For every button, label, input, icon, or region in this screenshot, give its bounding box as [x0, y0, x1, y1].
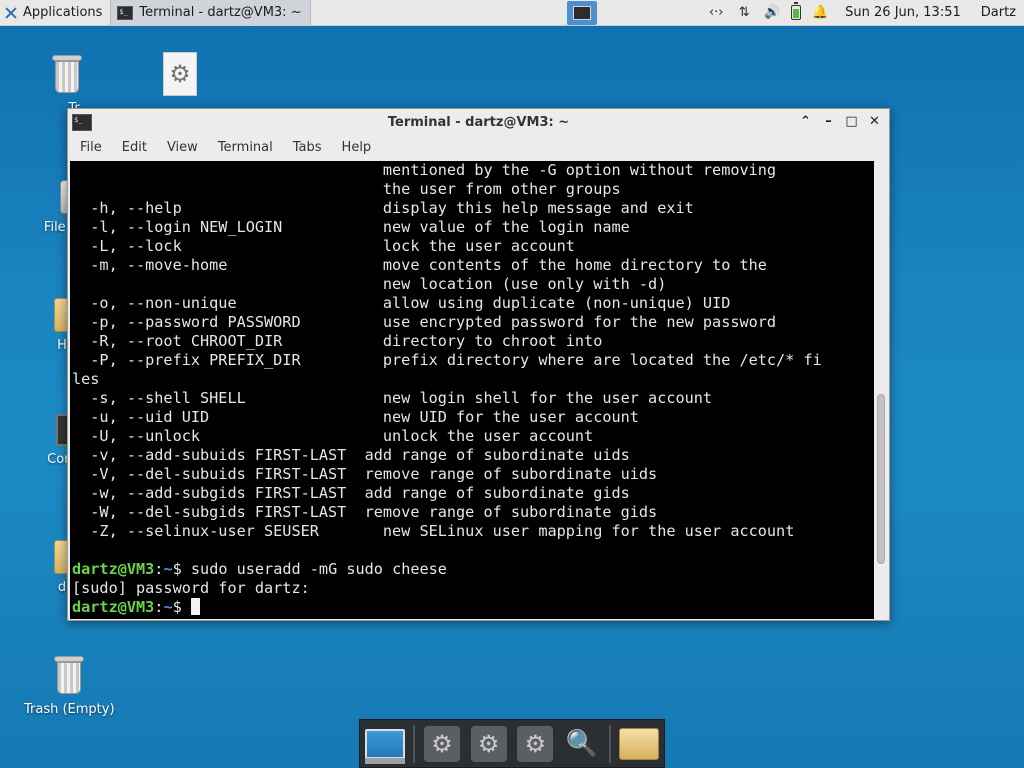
terminal-output-line: -m, --move-home move contents of the hom…	[72, 256, 767, 274]
prompt-symbol: $	[172, 598, 182, 616]
prompt-user: dartz@VM3	[72, 560, 155, 578]
terminal-output-line: new location (use only with -d)	[72, 275, 667, 293]
dock-browser-launcher[interactable]: ⚙	[514, 723, 557, 765]
terminal-menu-bar: File Edit View Terminal Tabs Help	[68, 135, 889, 160]
desktop-icon-trash-top[interactable]: Tr	[52, 55, 82, 116]
prompt-symbol: $	[172, 560, 182, 578]
terminal-output-line: -v, --add-subuids FIRST-LAST add range o…	[72, 446, 630, 464]
dock-terminal-launcher[interactable]: ⚙	[421, 723, 464, 765]
trash-icon	[54, 656, 85, 696]
terminal-active-prompt[interactable]: dartz@VM3:~$	[72, 598, 874, 617]
taskbar-terminal-label: Terminal - dartz@VM3: ~	[139, 5, 302, 20]
terminal-output-line: -h, --help display this help message and…	[72, 199, 694, 217]
workspace-thumbnail	[573, 5, 592, 20]
terminal-output-line: mentioned by the -G option without remov…	[72, 161, 777, 179]
terminal-window: $_ Terminal - dartz@VM3: ~ ⌃ – □ ✕ File …	[67, 108, 890, 621]
menu-file[interactable]: File	[70, 135, 112, 160]
terminal-output-line: the user from other groups	[72, 180, 621, 198]
trash-icon	[52, 55, 82, 95]
terminal-output-line: -L, --lock lock the user account	[72, 237, 575, 255]
terminal-output-line: -l, --login NEW_LOGIN new value of the l…	[72, 218, 630, 236]
terminal-output-line: -R, --root CHROOT_DIR directory to chroo…	[72, 332, 603, 350]
menu-terminal[interactable]: Terminal	[208, 135, 283, 160]
sudo-password-prompt: [sudo] password for dartz:	[72, 579, 310, 597]
desktop-icon-label: Trash (Empty)	[24, 702, 115, 717]
user-menu[interactable]: Dartz	[971, 5, 1016, 20]
dock-show-desktop[interactable]	[364, 723, 407, 765]
minimize-icon[interactable]: –	[820, 113, 837, 130]
dock-separator	[412, 724, 415, 763]
menu-help[interactable]: Help	[332, 135, 382, 160]
desktop-screen-icon	[365, 728, 406, 764]
terminal-output-lines: mentioned by the -G option without remov…	[72, 161, 874, 560]
dock-file-manager-launcher[interactable]: ⚙	[467, 723, 510, 765]
settings-gear-icon[interactable]: ⚙	[163, 52, 197, 96]
dock: ⚙ ⚙ ⚙ 🔍	[359, 719, 665, 768]
dock-separator	[609, 724, 612, 763]
terminal-output-line: les	[72, 370, 100, 388]
terminal-output-line: -o, --non-unique allow using duplicate (…	[72, 294, 731, 312]
close-icon[interactable]: ✕	[866, 113, 883, 130]
workspace-switcher[interactable]	[567, 0, 598, 25]
volume-icon[interactable]: 🔊	[763, 5, 781, 20]
terminal-output-line: -U, --unlock unlock the user account	[72, 427, 594, 445]
settings-gear-icon: ⚙	[517, 725, 554, 762]
taskbar-terminal-button[interactable]: $_ Terminal - dartz@VM3: ~	[110, 0, 311, 26]
terminal-output-line: -V, --del-subuids FIRST-LAST remove rang…	[72, 465, 658, 483]
terminal-output-line: -Z, --selinux-user SEUSER new SELinux us…	[72, 522, 795, 540]
terminal-icon: $_	[117, 5, 134, 20]
window-title: Terminal - dartz@VM3: ~	[387, 114, 570, 130]
folder-icon	[618, 727, 659, 760]
terminal-output-line: -s, --shell SHELL new login shell for th…	[72, 389, 713, 407]
updown-arrows-icon[interactable]: ⇅	[735, 5, 753, 20]
desktop-icon-trash-empty[interactable]: Trash (Empty)	[24, 656, 115, 717]
applications-menu[interactable]: Applications	[0, 0, 108, 26]
terminal-title-bar[interactable]: $_ Terminal - dartz@VM3: ~ ⌃ – □ ✕	[68, 109, 889, 135]
prompt-user: dartz@VM3	[72, 598, 155, 616]
terminal-command-line: dartz@VM3:~$ sudo useradd -mG sudo chees…	[72, 560, 874, 579]
terminal-output-line: -w, --add-subgids FIRST-LAST add range o…	[72, 484, 630, 502]
menu-view[interactable]: View	[157, 135, 208, 160]
xfce-logo-icon	[4, 6, 18, 20]
menu-tabs[interactable]: Tabs	[283, 135, 332, 160]
menu-edit[interactable]: Edit	[112, 135, 157, 160]
notification-bell-icon[interactable]: 🔔	[811, 5, 829, 20]
terminal-output-line: -u, --uid UID new UID for the user accou…	[72, 408, 639, 426]
prompt-path: ~	[163, 560, 173, 578]
scrollbar-thumb[interactable]	[877, 394, 885, 564]
search-magnifier-icon: 🔍	[565, 728, 599, 759]
dock-search-launcher[interactable]: 🔍	[561, 723, 604, 765]
top-panel: Applications $_ Terminal - dartz@VM3: ~ …	[0, 0, 1024, 26]
terminal-output-line: -p, --password PASSWORD use encrypted pa…	[72, 313, 777, 331]
terminal-app-icon[interactable]: $_	[72, 113, 92, 131]
applications-label: Applications	[23, 5, 103, 20]
window-controls: ⌃ – □ ✕	[797, 113, 883, 130]
terminal-output[interactable]: mentioned by the -G option without remov…	[70, 161, 874, 619]
command-text: sudo useradd -mG sudo cheese	[181, 560, 447, 578]
maximize-icon[interactable]: □	[843, 113, 860, 130]
settings-gear-icon: ⚙	[423, 725, 460, 762]
network-arrows-icon[interactable]: ‹·›	[707, 5, 725, 20]
terminal-scrollbar[interactable]	[874, 161, 887, 619]
clock[interactable]: Sun 26 Jun, 13:51	[839, 5, 961, 20]
settings-gear-icon: ⚙	[470, 725, 507, 762]
prompt-path: ~	[163, 598, 173, 616]
terminal-output-line: -P, --prefix PREFIX_DIR prefix directory…	[72, 351, 822, 369]
dock-folder-launcher[interactable]	[617, 723, 660, 765]
battery-icon[interactable]	[791, 2, 802, 20]
terminal-output-line: -W, --del-subgids FIRST-LAST remove rang…	[72, 503, 658, 521]
roll-up-icon[interactable]: ⌃	[797, 113, 814, 130]
system-tray: ‹·› ⇅ 🔊 🔔 Sun 26 Jun, 13:51 Dartz	[707, 0, 1024, 26]
text-cursor	[190, 598, 200, 615]
